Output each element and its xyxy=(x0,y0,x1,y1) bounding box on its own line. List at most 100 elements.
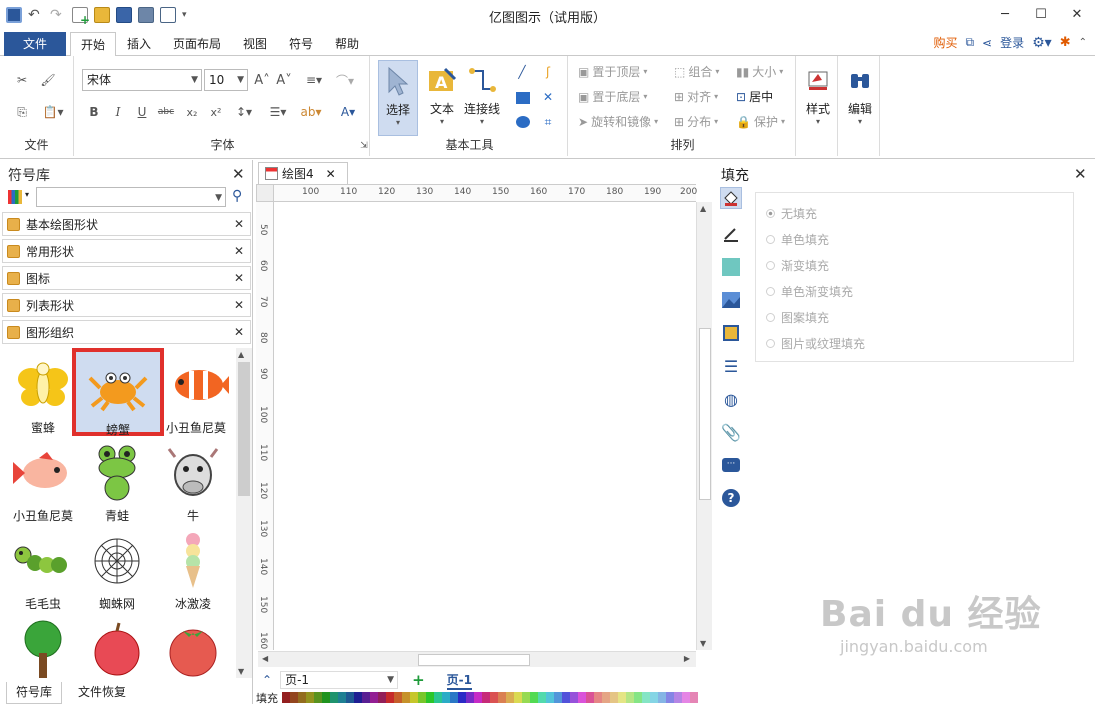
image-icon[interactable] xyxy=(720,289,742,311)
tab-file-recovery[interactable]: 文件恢复 xyxy=(72,682,132,704)
grow-font-icon[interactable]: A˄ xyxy=(254,72,270,88)
close-panel-icon[interactable]: ✕ xyxy=(232,165,245,183)
collapse-ribbon-icon[interactable]: ⌃ xyxy=(1079,37,1087,48)
canvas-horizontal-scrollbar[interactable]: ◀ ▶ xyxy=(258,651,696,667)
library-scrollbar[interactable]: ▲ ▼ xyxy=(236,348,252,678)
tab-help[interactable]: 帮助 xyxy=(328,32,366,56)
buy-link[interactable]: 购买 xyxy=(933,34,957,51)
close-section-icon[interactable]: ✕ xyxy=(234,244,244,258)
page-tab[interactable]: 页-1 xyxy=(446,671,472,690)
font-family-select[interactable]: 宋体 ▼ xyxy=(82,69,202,91)
shape-spiderweb[interactable]: 蜘蛛网 xyxy=(74,526,160,612)
library-section-icons[interactable]: 图标 ✕ xyxy=(2,266,251,290)
scroll-thumb[interactable] xyxy=(699,328,711,500)
color-swatch[interactable] xyxy=(474,692,482,703)
color-swatch[interactable] xyxy=(650,692,658,703)
maximize-button[interactable]: ☐ xyxy=(1023,0,1059,28)
color-swatch[interactable] xyxy=(450,692,458,703)
font-size-select[interactable]: 10 ▼ xyxy=(204,69,248,91)
tab-symbol-library[interactable]: 符号库 xyxy=(6,682,62,704)
list-document-icon[interactable]: ☰ xyxy=(720,355,742,377)
color-swatch[interactable] xyxy=(330,692,338,703)
color-swatch[interactable] xyxy=(378,692,386,703)
library-section-org[interactable]: 图形组织 ✕ xyxy=(2,320,251,344)
color-swatch[interactable] xyxy=(434,692,442,703)
style-button[interactable]: 样式 ▾ xyxy=(800,60,836,136)
size-button[interactable]: ▮▮ 大小 ▾ xyxy=(736,61,783,83)
scroll-down-icon[interactable]: ▼ xyxy=(238,667,244,676)
close-section-icon[interactable]: ✕ xyxy=(234,271,244,285)
font-color-icon[interactable]: A▾ xyxy=(336,104,360,120)
fill-option-gradient[interactable]: 渐变填充 xyxy=(766,257,829,274)
select-tool-button[interactable]: 选择 ▾ xyxy=(378,60,418,136)
shape-tomato[interactable] xyxy=(150,614,234,678)
shape-icecream[interactable]: 冰激凌 xyxy=(150,526,234,612)
close-section-icon[interactable]: ✕ xyxy=(234,298,244,312)
color-swatches[interactable] xyxy=(282,692,698,703)
library-dropdown-icon[interactable]: ▾ xyxy=(25,190,29,199)
text-direction-icon[interactable]: ⌒▾ xyxy=(334,72,356,88)
color-swatch[interactable] xyxy=(306,692,314,703)
color-swatch[interactable] xyxy=(282,692,290,703)
color-swatch[interactable] xyxy=(298,692,306,703)
minimize-button[interactable]: ─ xyxy=(987,0,1023,28)
fill-option-none[interactable]: 无填充 xyxy=(766,205,817,222)
text-tool-button[interactable]: A 文本 ▾ xyxy=(422,60,462,136)
scroll-thumb[interactable] xyxy=(238,362,250,496)
scroll-left-icon[interactable]: ◀ xyxy=(262,654,268,663)
align-button[interactable]: ⊞ 对齐 ▾ xyxy=(674,86,718,108)
color-swatch[interactable] xyxy=(546,692,554,703)
color-swatch[interactable] xyxy=(322,692,330,703)
color-swatch[interactable] xyxy=(602,692,610,703)
color-swatch[interactable] xyxy=(490,692,498,703)
point-tool-icon[interactable]: ✕ xyxy=(540,89,556,105)
drawing-page[interactable] xyxy=(275,203,695,649)
fill-bucket-icon[interactable] xyxy=(720,187,742,209)
color-swatch[interactable] xyxy=(410,692,418,703)
color-swatch[interactable] xyxy=(538,692,546,703)
scroll-up-icon[interactable]: ▲ xyxy=(700,204,706,213)
color-swatch[interactable] xyxy=(610,692,618,703)
line-spacing-icon[interactable]: ↕▾ xyxy=(232,104,256,120)
color-swatch[interactable] xyxy=(578,692,586,703)
library-section-list[interactable]: 列表形状 ✕ xyxy=(2,293,251,317)
color-swatch[interactable] xyxy=(418,692,426,703)
color-swatch[interactable] xyxy=(618,692,626,703)
color-swatch[interactable] xyxy=(386,692,394,703)
library-categories-icon[interactable] xyxy=(8,190,22,204)
fill-option-single-gradient[interactable]: 单色渐变填充 xyxy=(766,283,853,300)
color-swatch[interactable] xyxy=(346,692,354,703)
scroll-right-icon[interactable]: ▶ xyxy=(684,654,690,663)
line-tool-icon[interactable]: ╱ xyxy=(514,64,530,80)
color-swatch[interactable] xyxy=(666,692,674,703)
fill-option-pattern[interactable]: 图案填充 xyxy=(766,309,829,326)
page-nav-up-icon[interactable]: ⌃ xyxy=(262,673,272,687)
group-button[interactable]: ⬚ 组合 ▾ xyxy=(674,61,719,83)
share-box-icon[interactable]: ⧉ xyxy=(965,35,974,50)
attachment-icon[interactable]: 📎 xyxy=(720,421,742,443)
color-swatch[interactable] xyxy=(442,692,450,703)
cut-icon[interactable]: ✂ xyxy=(14,72,30,88)
tab-insert[interactable]: 插入 xyxy=(120,32,158,56)
shape-clownfish[interactable]: 小丑鱼尼莫 xyxy=(164,350,234,436)
color-swatch[interactable] xyxy=(370,692,378,703)
color-swatch[interactable] xyxy=(682,692,690,703)
align-text-icon[interactable]: ≡▾ xyxy=(304,72,324,88)
curve-tool-icon[interactable]: ʃ xyxy=(540,64,556,80)
help-icon[interactable]: ? xyxy=(720,487,742,509)
comment-icon[interactable]: ··· xyxy=(720,454,742,476)
color-swatch[interactable] xyxy=(354,692,362,703)
color-swatch[interactable] xyxy=(570,692,578,703)
close-button[interactable]: ✕ xyxy=(1059,0,1095,28)
color-swatch[interactable] xyxy=(642,692,650,703)
canvas-vertical-scrollbar[interactable]: ▲ ▼ xyxy=(696,202,712,650)
close-section-icon[interactable]: ✕ xyxy=(234,217,244,231)
color-swatch[interactable] xyxy=(658,692,666,703)
ellipse-tool-icon[interactable] xyxy=(516,116,530,128)
color-swatch[interactable] xyxy=(466,692,474,703)
color-swatch[interactable] xyxy=(514,692,522,703)
color-swatch[interactable] xyxy=(690,692,698,703)
underline-icon[interactable]: U xyxy=(134,104,150,120)
center-button[interactable]: ⊡ 居中 xyxy=(736,86,773,108)
document-tab[interactable]: 绘图4 ✕ xyxy=(258,162,348,184)
